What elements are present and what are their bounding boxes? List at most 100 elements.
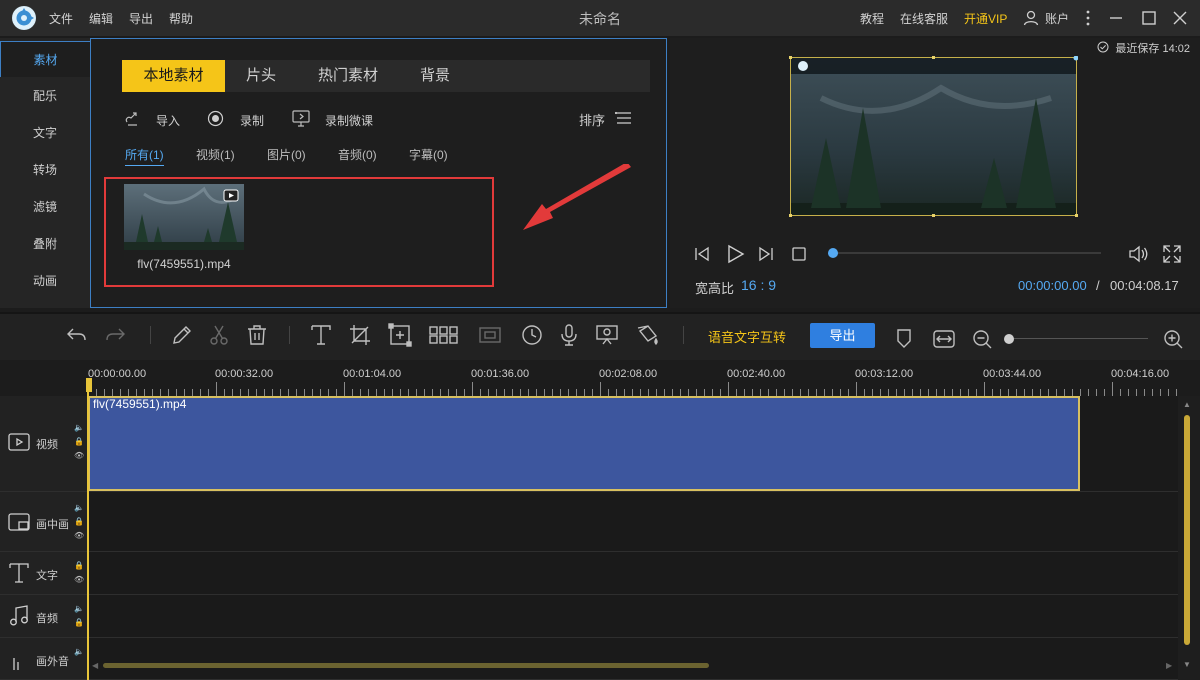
ruler-tick-label: 00:00:00.00 [88,368,147,380]
account-link[interactable]: 账户 [1045,10,1069,27]
tab-local-media[interactable]: 本地素材 [122,60,225,92]
paint-bucket-icon[interactable] [636,323,660,347]
track-controls-text[interactable]: 🔒 👁 [74,559,86,587]
playback-progress-handle[interactable] [828,248,838,258]
sidebar-item-music[interactable]: 配乐 [0,78,90,114]
filter-audio[interactable]: 音频(0) [338,146,377,163]
track-lane-text[interactable] [88,552,1178,595]
track-label-audio: 音频 [36,613,58,625]
maximize-icon[interactable] [1139,8,1159,28]
zoom-out-icon[interactable] [971,328,995,352]
more-icon[interactable] [1078,8,1098,28]
zoom-slider-track[interactable] [1009,338,1148,339]
time-separator: / [1096,278,1100,293]
track-controls-voiceover[interactable]: 🔈 [74,645,86,659]
previous-frame-icon[interactable] [692,244,712,264]
sidebar-item-filter[interactable]: 滤镜 [0,189,90,225]
crop-icon[interactable] [348,323,372,347]
record-micro-icon[interactable] [291,109,311,128]
filter-all[interactable]: 所有(1) [125,146,164,166]
filter-subtitle[interactable]: 字幕(0) [409,146,448,163]
fullscreen-icon[interactable] [1162,244,1182,264]
scroll-up-arrow-icon[interactable]: ▲ [1183,400,1191,409]
sort-button[interactable]: 排序 [579,110,605,129]
media-tab-bar: 本地素材 片头 热门素材 背景 [122,60,650,92]
menu-export[interactable]: 导出 [129,10,153,27]
marker-icon[interactable] [894,327,914,349]
screen-record-icon[interactable] [595,323,619,347]
timeline-ruler[interactable]: 00:00:00.00 00:00:32.00 00:01:04.00 00:0… [88,362,1188,396]
scroll-right-arrow-icon[interactable]: ▶ [1166,661,1172,670]
track-controls-video[interactable]: 🔈 🔒 👁 [74,421,86,463]
play-icon[interactable] [724,243,746,265]
filter-image[interactable]: 图片(0) [267,146,306,163]
import-button[interactable]: 导入 [156,112,180,129]
aspect-ratio-selector[interactable]: 16 : 9 [741,277,776,293]
fit-width-icon[interactable] [932,328,956,352]
sidebar-item-overlay[interactable]: 叠附 [0,226,90,262]
record-button[interactable]: 录制 [240,112,264,129]
track-controls-pip[interactable]: 🔈 🔒 👁 [74,501,86,543]
split-scissors-icon[interactable] [207,323,231,347]
import-icon[interactable] [124,110,142,128]
close-icon[interactable] [1170,8,1190,28]
volume-icon[interactable] [1128,244,1150,264]
redo-icon[interactable] [104,323,128,347]
voiceover-mic-icon[interactable] [557,323,581,347]
playhead-handle[interactable] [86,378,92,392]
horizontal-scrollbar-thumb[interactable] [103,663,709,668]
playhead-line[interactable] [87,378,89,680]
sidebar-item-transition[interactable]: 转场 [0,152,90,188]
user-icon[interactable] [1022,9,1040,27]
delete-trash-icon[interactable] [245,323,269,347]
menu-file[interactable]: 文件 [49,10,73,27]
track-header-video: 视频 🔈 🔒 👁 [0,396,88,492]
record-micro-button[interactable]: 录制微课 [325,112,373,129]
ruler-tick-label: 00:03:12.00 [855,368,914,380]
next-frame-icon[interactable] [756,244,776,264]
playback-progress-bar[interactable] [833,252,1101,254]
track-lane-voiceover[interactable] [88,638,1178,680]
online-support-link[interactable]: 在线客服 [900,10,948,27]
freeze-frame-icon[interactable] [478,323,502,347]
tab-popular-media[interactable]: 热门素材 [297,60,399,92]
tab-background[interactable]: 背景 [399,60,471,92]
video-clip[interactable] [88,396,1080,491]
track-label-text: 文字 [36,570,58,582]
export-button[interactable]: 导出 [810,323,875,348]
track-controls-audio[interactable]: 🔈 🔒 [74,602,86,630]
voiceover-track-icon [8,648,30,670]
open-vip-link[interactable]: 开通VIP [964,10,1007,27]
sidebar-item-animation[interactable]: 动画 [0,263,90,299]
tab-intro[interactable]: 片头 [225,60,297,92]
track-lane-pip[interactable] [88,492,1178,552]
split-screen-icon[interactable] [428,323,462,347]
edit-pencil-icon[interactable] [170,323,194,347]
sort-list-icon[interactable] [614,108,634,128]
sidebar-item-text[interactable]: 文字 [0,115,90,151]
undo-icon[interactable] [64,323,88,347]
record-icon[interactable] [207,110,224,127]
scroll-left-arrow-icon[interactable]: ◀ [92,661,98,670]
text-tool-icon[interactable] [309,323,333,347]
track-lane-audio[interactable] [88,595,1178,638]
ruler-tick-label: 00:01:04.00 [343,368,402,380]
stop-icon[interactable] [789,244,809,264]
duration-clock-icon[interactable] [520,323,544,347]
zoom-in-icon[interactable] [1162,328,1186,352]
video-preview[interactable] [790,57,1077,216]
filter-video[interactable]: 视频(1) [196,146,235,163]
toolbar-divider [150,326,151,344]
scroll-down-arrow-icon[interactable]: ▼ [1183,660,1191,669]
menu-help[interactable]: 帮助 [169,10,193,27]
sidebar-item-media[interactable]: 素材 [0,41,90,77]
minimize-icon[interactable] [1106,8,1126,28]
speech-text-convert-button[interactable]: 语音文字互转 [708,327,786,346]
menu-edit[interactable]: 编辑 [89,10,113,27]
tutorial-link[interactable]: 教程 [860,10,884,27]
ruler-ticks [88,382,1177,396]
mosaic-icon[interactable] [388,323,412,347]
vertical-scrollbar-thumb[interactable] [1184,415,1190,645]
ruler-tick-label: 00:01:36.00 [471,368,530,380]
zoom-slider-handle[interactable] [1004,334,1014,344]
